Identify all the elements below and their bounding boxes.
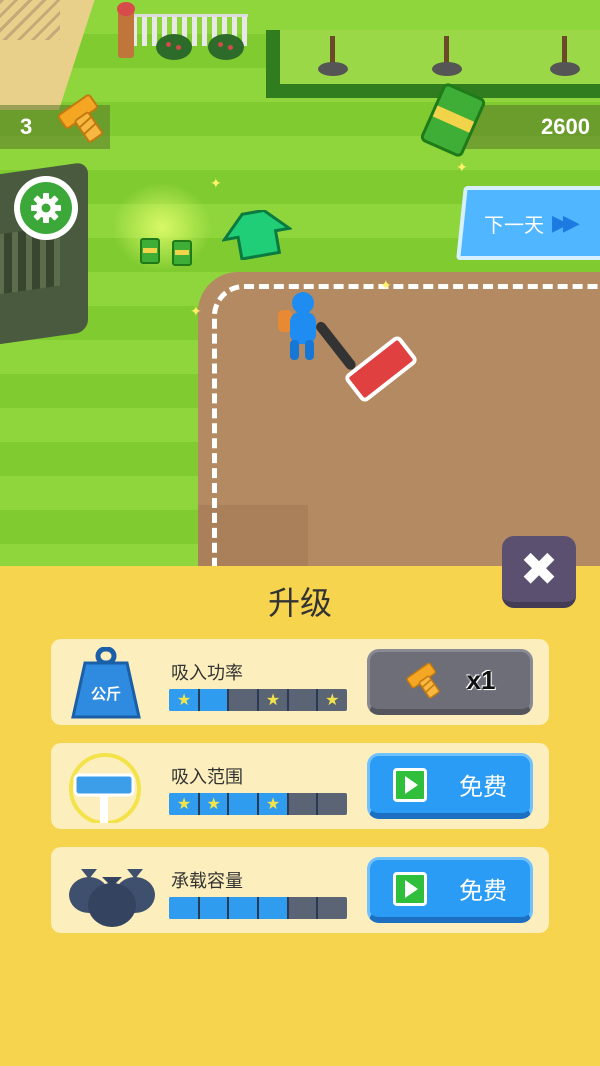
sparkle-icon: ✦ — [210, 176, 222, 192]
sparkle-icon: ✦ — [190, 304, 202, 320]
sparkle-icon: ✦ — [456, 160, 468, 176]
progress-segment-divider — [257, 793, 259, 815]
bolt-cost-text: x1 — [466, 665, 496, 695]
upgrade-card-suction-power: 公斤 吸入功率 ★ ★ ★ x1 — [51, 639, 549, 725]
vacuum-head-icon — [69, 753, 141, 823]
upgrade-label: 承载容量 — [171, 871, 243, 892]
direction-arrow-icon — [222, 210, 292, 260]
fast-forward-icon: ▶▶ — [552, 210, 574, 236]
settings-button[interactable] — [14, 176, 78, 240]
potted-tree — [318, 36, 348, 76]
gear-icon — [31, 193, 61, 223]
progress-segment-divider — [227, 689, 230, 711]
bolt-icon — [405, 662, 440, 699]
garbage-bags-icon — [69, 869, 155, 927]
bolt-icon — [57, 94, 103, 143]
upgrade-label: 吸入范围 — [171, 767, 243, 788]
npc-character — [117, 2, 135, 58]
star-icon: ★ — [265, 794, 281, 813]
progress-segment-divider — [197, 689, 200, 711]
upgrade-progress-bar: ★ ★ ★ — [169, 689, 347, 711]
star-icon: ★ — [265, 690, 281, 709]
upgrade-card-suction-range: 吸入范围 ★ ★ ★ 免费 — [51, 743, 549, 829]
next-day-label: 下一天 — [484, 212, 544, 237]
upgrade-progress-bar: ★ ★ ★ — [169, 793, 347, 815]
progress-segment-divider — [197, 793, 200, 815]
flower-bush — [156, 34, 192, 60]
progress-segment-divider — [286, 897, 289, 919]
flower-bush — [208, 34, 244, 60]
pickup-glow — [112, 182, 212, 272]
railway-track — [0, 0, 60, 40]
bolts-count: 3 — [20, 114, 33, 139]
free-upgrade-video-button[interactable]: 免费 — [367, 753, 533, 819]
panel-title: 升级 — [267, 584, 332, 622]
progress-segment-divider — [257, 897, 259, 919]
video-play-icon — [393, 871, 427, 906]
progress-segment-divider — [257, 689, 259, 711]
next-day-button[interactable]: 下一天 ▶▶ — [456, 186, 600, 260]
money-pickup[interactable] — [172, 240, 192, 266]
upgrade-progress-bar — [169, 897, 347, 919]
progress-segment-divider — [316, 897, 319, 919]
star-icon: ★ — [206, 794, 221, 813]
game-scene[interactable]: ✦ ✦ ✦ ✦ 3 2600 下一天 ▶▶ — [0, 0, 600, 566]
progress-segment-divider — [286, 689, 289, 711]
progress-segment-divider — [286, 793, 289, 815]
upgrade-label: 吸入功率 — [171, 663, 243, 684]
upgrade-card-carrying-capacity: 承载容量 免费 — [51, 847, 549, 933]
star-icon: ★ — [325, 690, 340, 709]
video-play-icon — [393, 767, 427, 802]
free-button-text: 免费 — [459, 877, 507, 905]
potted-tree — [432, 36, 462, 76]
star-icon: ★ — [176, 690, 192, 709]
progress-segment-divider — [316, 689, 319, 711]
progress-segment-divider — [227, 897, 230, 919]
sparkle-icon: ✦ — [380, 278, 392, 294]
progress-segment-divider — [227, 793, 230, 815]
cash-amount: 2600 — [541, 114, 590, 139]
progress-segment-divider — [197, 897, 200, 919]
progress-segment-divider — [316, 793, 319, 815]
upgrade-with-bolt-button[interactable]: x1 — [367, 649, 533, 715]
weight-kg-label: 公斤 — [91, 685, 121, 703]
dirt-boundary-line — [212, 284, 600, 566]
weight-kg-icon: 公斤 — [71, 647, 141, 719]
star-icon: ★ — [176, 794, 192, 813]
money-pickup[interactable] — [140, 238, 160, 264]
potted-tree — [550, 36, 580, 76]
free-upgrade-video-button[interactable]: 免费 — [367, 857, 533, 923]
free-button-text: 免费 — [459, 773, 507, 801]
